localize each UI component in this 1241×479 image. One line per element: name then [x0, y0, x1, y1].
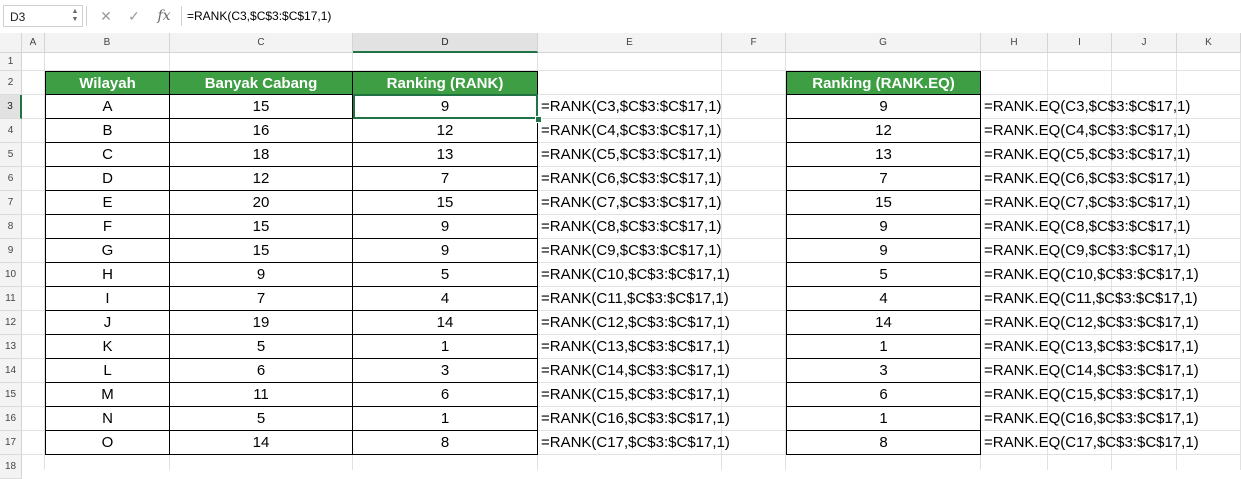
table1-header-c: Banyak Cabang [170, 71, 353, 95]
rank-eq-cell[interactable]: 7 [786, 167, 981, 191]
rank-eq-formula-text[interactable]: =RANK.EQ(C7,$C$3:$C$17,1) [981, 191, 1190, 215]
rank-formula-text[interactable]: =RANK(C11,$C$3:$C$17,1) [538, 287, 729, 311]
wilayah-cell[interactable]: M [45, 383, 170, 407]
wilayah-cell[interactable]: H [45, 263, 170, 287]
cabang-cell[interactable]: 20 [170, 191, 353, 215]
rank-cell[interactable]: 4 [353, 287, 538, 311]
rank-eq-cell[interactable]: 9 [786, 95, 981, 119]
wilayah-cell[interactable]: D [45, 167, 170, 191]
rank-eq-formula-text[interactable]: =RANK.EQ(C10,$C$3:$C$17,1) [981, 263, 1199, 287]
rank-formula-text[interactable]: =RANK(C15,$C$3:$C$17,1) [538, 383, 730, 407]
rank-eq-formula-text[interactable]: =RANK.EQ(C6,$C$3:$C$17,1) [981, 167, 1190, 191]
rank-cell[interactable]: 12 [353, 119, 538, 143]
table1-header-d: Ranking (RANK) [353, 71, 538, 95]
rank-eq-formula-text[interactable]: =RANK.EQ(C11,$C$3:$C$17,1) [981, 287, 1198, 311]
cabang-cell[interactable]: 15 [170, 215, 353, 239]
cabang-cell[interactable]: 5 [170, 407, 353, 431]
rank-cell[interactable]: 9 [353, 95, 538, 119]
wilayah-cell[interactable]: L [45, 359, 170, 383]
rank-formula-text[interactable]: =RANK(C6,$C$3:$C$17,1) [538, 167, 722, 191]
rank-eq-formula-text[interactable]: =RANK.EQ(C15,$C$3:$C$17,1) [981, 383, 1199, 407]
rank-eq-formula-text[interactable]: =RANK.EQ(C14,$C$3:$C$17,1) [981, 359, 1199, 383]
rank-cell[interactable]: 6 [353, 383, 538, 407]
wilayah-cell[interactable]: N [45, 407, 170, 431]
rank-eq-cell[interactable]: 6 [786, 383, 981, 407]
rank-formula-text[interactable]: =RANK(C8,$C$3:$C$17,1) [538, 215, 722, 239]
rank-eq-cell[interactable]: 5 [786, 263, 981, 287]
cabang-cell[interactable]: 5 [170, 335, 353, 359]
rank-eq-cell[interactable]: 13 [786, 143, 981, 167]
rank-cell[interactable]: 9 [353, 239, 538, 263]
table1-header-b: Wilayah [45, 71, 170, 95]
rank-cell[interactable]: 9 [353, 215, 538, 239]
rank-eq-formula-text[interactable]: =RANK.EQ(C3,$C$3:$C$17,1) [981, 95, 1190, 119]
cabang-cell[interactable]: 11 [170, 383, 353, 407]
wilayah-cell[interactable]: K [45, 335, 170, 359]
wilayah-cell[interactable]: I [45, 287, 170, 311]
wilayah-cell[interactable]: E [45, 191, 170, 215]
rank-eq-cell[interactable]: 15 [786, 191, 981, 215]
wilayah-cell[interactable]: J [45, 311, 170, 335]
rank-eq-formula-text[interactable]: =RANK.EQ(C4,$C$3:$C$17,1) [981, 119, 1190, 143]
cabang-cell[interactable]: 18 [170, 143, 353, 167]
rank-formula-text[interactable]: =RANK(C13,$C$3:$C$17,1) [538, 335, 730, 359]
cabang-cell[interactable]: 7 [170, 287, 353, 311]
table2-header: Ranking (RANK.EQ) [786, 71, 981, 95]
cabang-cell[interactable]: 16 [170, 119, 353, 143]
rank-cell[interactable]: 14 [353, 311, 538, 335]
rank-eq-cell[interactable]: 1 [786, 407, 981, 431]
fill-handle[interactable] [535, 116, 542, 123]
cabang-cell[interactable]: 6 [170, 359, 353, 383]
rank-formula-text[interactable]: =RANK(C12,$C$3:$C$17,1) [538, 311, 730, 335]
wilayah-cell[interactable]: A [45, 95, 170, 119]
rank-eq-cell[interactable]: 14 [786, 311, 981, 335]
wilayah-cell[interactable]: C [45, 143, 170, 167]
rank-eq-formula-text[interactable]: =RANK.EQ(C9,$C$3:$C$17,1) [981, 239, 1190, 263]
rank-eq-formula-text[interactable]: =RANK.EQ(C17,$C$3:$C$17,1) [981, 431, 1199, 455]
cabang-cell[interactable]: 15 [170, 95, 353, 119]
rank-eq-formula-text[interactable]: =RANK.EQ(C12,$C$3:$C$17,1) [981, 311, 1199, 335]
cabang-cell[interactable]: 15 [170, 239, 353, 263]
rank-cell[interactable]: 15 [353, 191, 538, 215]
rank-eq-formula-text[interactable]: =RANK.EQ(C13,$C$3:$C$17,1) [981, 335, 1199, 359]
rank-cell[interactable]: 5 [353, 263, 538, 287]
rank-eq-cell[interactable]: 9 [786, 239, 981, 263]
rank-cell[interactable]: 1 [353, 335, 538, 359]
rank-eq-formula-text[interactable]: =RANK.EQ(C5,$C$3:$C$17,1) [981, 143, 1190, 167]
wilayah-cell[interactable]: G [45, 239, 170, 263]
rank-formula-text[interactable]: =RANK(C10,$C$3:$C$17,1) [538, 263, 730, 287]
wilayah-cell[interactable]: B [45, 119, 170, 143]
rank-formula-text[interactable]: =RANK(C7,$C$3:$C$17,1) [538, 191, 722, 215]
rank-cell[interactable]: 3 [353, 359, 538, 383]
rank-formula-text[interactable]: =RANK(C3,$C$3:$C$17,1) [538, 95, 722, 119]
rank-cell[interactable]: 13 [353, 143, 538, 167]
rank-formula-text[interactable]: =RANK(C9,$C$3:$C$17,1) [538, 239, 722, 263]
rank-formula-text[interactable]: =RANK(C17,$C$3:$C$17,1) [538, 431, 730, 455]
cabang-cell[interactable]: 9 [170, 263, 353, 287]
cabang-cell[interactable]: 19 [170, 311, 353, 335]
wilayah-cell[interactable]: O [45, 431, 170, 455]
cabang-cell[interactable]: 14 [170, 431, 353, 455]
rank-eq-cell[interactable]: 12 [786, 119, 981, 143]
rank-formula-text[interactable]: =RANK(C4,$C$3:$C$17,1) [538, 119, 722, 143]
rank-cell[interactable]: 1 [353, 407, 538, 431]
rank-eq-cell[interactable]: 8 [786, 431, 981, 455]
rank-cell[interactable]: 8 [353, 431, 538, 455]
rank-formula-text[interactable]: =RANK(C14,$C$3:$C$17,1) [538, 359, 730, 383]
wilayah-cell[interactable]: F [45, 215, 170, 239]
rank-formula-text[interactable]: =RANK(C5,$C$3:$C$17,1) [538, 143, 722, 167]
rank-eq-formula-text[interactable]: =RANK.EQ(C16,$C$3:$C$17,1) [981, 407, 1199, 431]
rank-eq-formula-text[interactable]: =RANK.EQ(C8,$C$3:$C$17,1) [981, 215, 1190, 239]
rank-eq-cell[interactable]: 9 [786, 215, 981, 239]
rank-eq-cell[interactable]: 1 [786, 335, 981, 359]
rank-eq-cell[interactable]: 3 [786, 359, 981, 383]
rank-cell[interactable]: 7 [353, 167, 538, 191]
rank-eq-cell[interactable]: 4 [786, 287, 981, 311]
rank-formula-text[interactable]: =RANK(C16,$C$3:$C$17,1) [538, 407, 730, 431]
cabang-cell[interactable]: 12 [170, 167, 353, 191]
